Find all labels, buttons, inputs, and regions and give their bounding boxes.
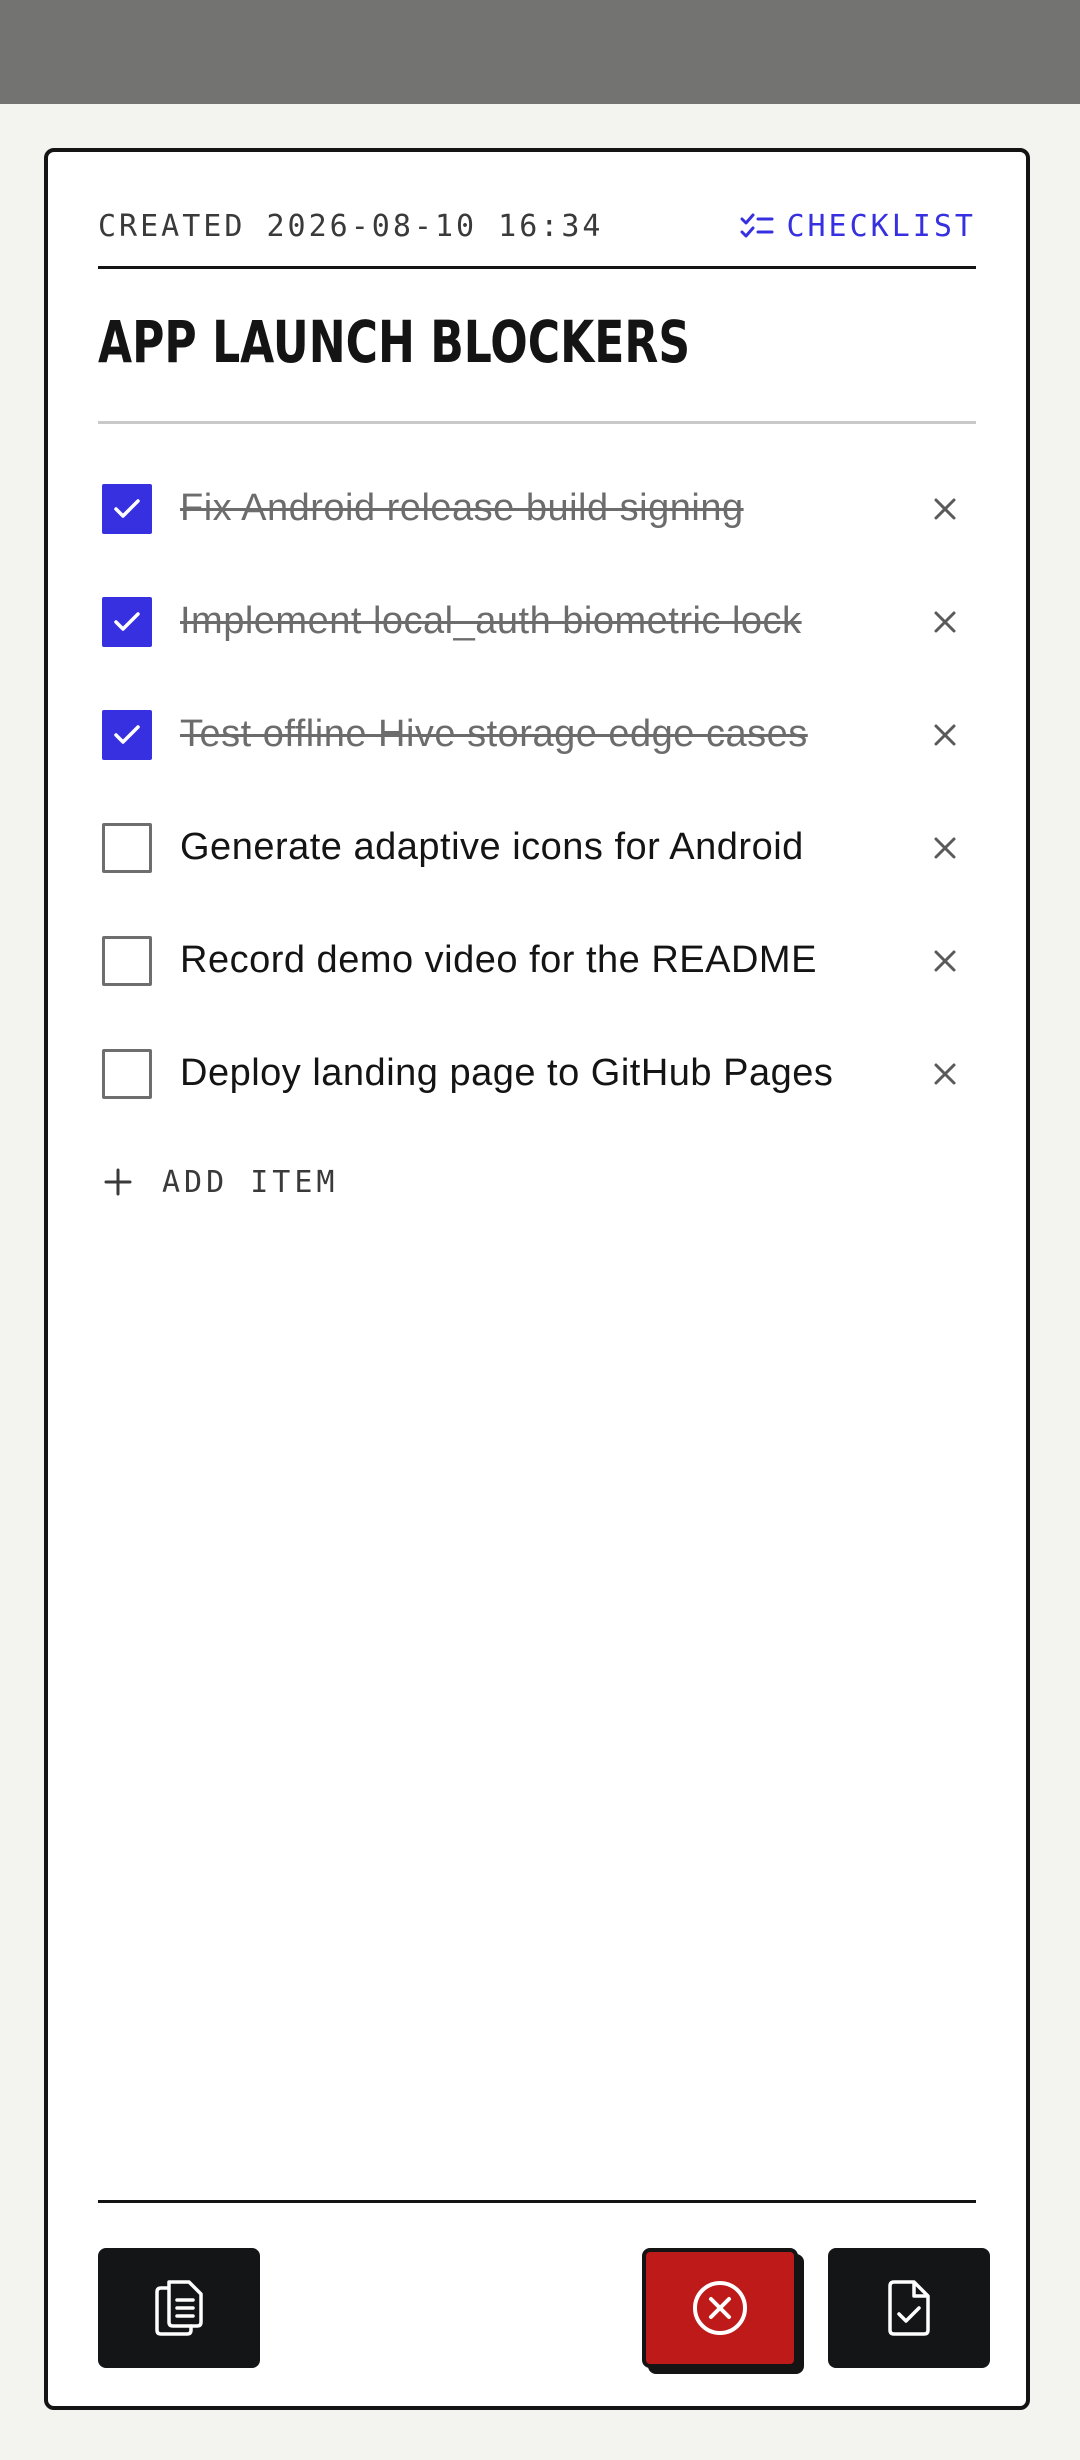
checkbox-checked[interactable] [102, 596, 152, 647]
checkbox-checked[interactable] [102, 483, 152, 534]
header-divider [98, 266, 976, 269]
checkmark-icon [114, 611, 140, 631]
note-card: CREATED 2026-08-10 16:34 CHECKLIST APP L… [44, 148, 1030, 2410]
status-bar [0, 0, 1080, 104]
plus-icon [104, 1168, 132, 1196]
remove-item-button[interactable] [930, 494, 960, 524]
close-icon [934, 611, 956, 632]
created-timestamp: CREATED 2026-08-10 16:34 [98, 208, 604, 244]
checkbox-checked[interactable] [102, 709, 152, 760]
checklist-icon [740, 213, 774, 238]
checklist-items: Fix Android release build signing Impleme… [98, 452, 976, 1130]
save-button[interactable] [828, 2248, 990, 2368]
remove-item-button[interactable] [930, 607, 960, 637]
checkbox-unchecked[interactable] [102, 1048, 152, 1099]
checklist-item: Implement local_auth biometric lock [98, 565, 976, 678]
checklist-item: Deploy landing page to GitHub Pages [98, 1017, 976, 1130]
remove-item-button[interactable] [930, 720, 960, 750]
checklist-item-text[interactable]: Test offline Hive storage edge cases [180, 713, 808, 756]
checklist-item-text[interactable]: Fix Android release build signing [180, 487, 744, 530]
checklist-item-text[interactable]: Record demo video for the README [180, 939, 817, 982]
close-icon [934, 950, 956, 971]
copy-button[interactable] [98, 2248, 260, 2368]
copy-document-icon [155, 2280, 203, 2336]
remove-item-button[interactable] [930, 833, 960, 863]
remove-item-button[interactable] [930, 946, 960, 976]
checklist-item-text[interactable]: Generate adaptive icons for Android [180, 826, 804, 869]
circle-x-icon [693, 2281, 747, 2335]
checkmark-icon [114, 498, 140, 518]
document-check-icon [888, 2280, 930, 2336]
checklist-item: Fix Android release build signing [98, 452, 976, 565]
remove-item-button[interactable] [930, 1059, 960, 1089]
close-icon [934, 837, 956, 858]
checkmark-icon [114, 724, 140, 744]
note-type-label: CHECKLIST [786, 208, 976, 244]
checklist-item-text[interactable]: Deploy landing page to GitHub Pages [180, 1052, 833, 1095]
checklist-item: Record demo video for the README [98, 904, 976, 1017]
note-type-badge[interactable]: CHECKLIST [740, 209, 976, 244]
checkbox-unchecked[interactable] [102, 935, 152, 986]
checkbox-unchecked[interactable] [102, 822, 152, 873]
add-item-label: ADD ITEM [162, 1164, 339, 1200]
checklist-item-text[interactable]: Implement local_auth biometric lock [180, 600, 802, 643]
checklist-item: Generate adaptive icons for Android [98, 791, 976, 904]
checklist-item: Test offline Hive storage edge cases [98, 678, 976, 791]
footer-divider [98, 2200, 976, 2203]
discard-button[interactable] [642, 2248, 798, 2368]
add-item-button[interactable]: ADD ITEM [98, 1152, 339, 1212]
note-title[interactable]: APP LAUNCH BLOCKERS [98, 302, 765, 382]
close-icon [934, 724, 956, 745]
note-meta-row: CREATED 2026-08-10 16:34 CHECKLIST [98, 204, 976, 248]
close-icon [934, 1063, 956, 1084]
close-icon [934, 498, 956, 519]
title-divider [98, 421, 976, 424]
